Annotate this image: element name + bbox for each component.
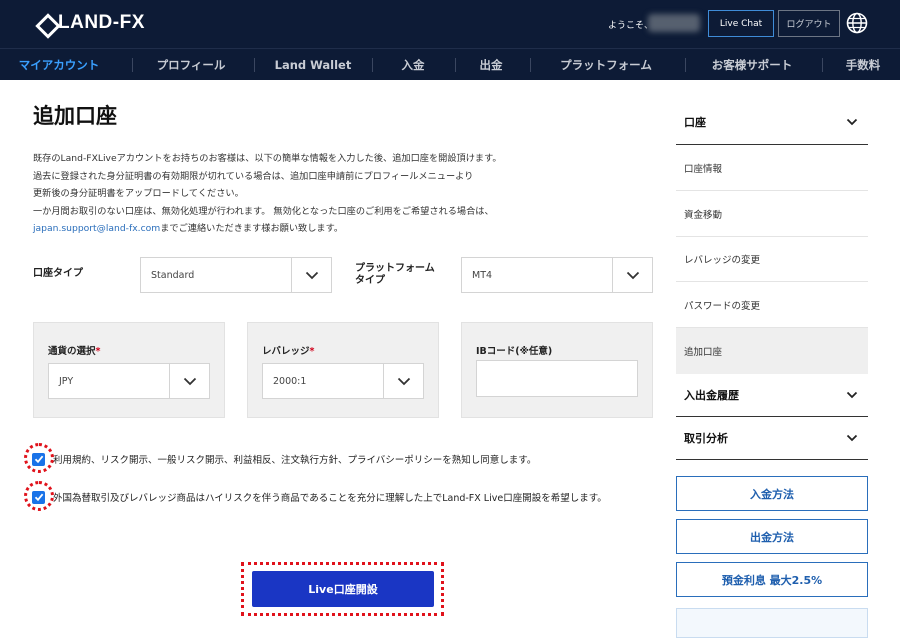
platform-type-label: プラットフォーム タイプ: [355, 263, 435, 286]
ib-code-input[interactable]: [476, 360, 638, 397]
nav-item-land-wallet[interactable]: Land Wallet: [258, 49, 368, 81]
agree-terms-label: 利用規約、リスク開示、一般リスク開示、利益相反、注文執行方針、プライバシーポリシ…: [53, 455, 537, 466]
highlight-circle: [24, 443, 54, 473]
nav-divider: [685, 58, 686, 72]
leverage-value: 2000:1: [273, 375, 307, 387]
nav-item-deposit[interactable]: 入金: [376, 49, 450, 81]
agree-risk-label: 外国為替取引及びレバレッジ商品はハイリスクを伴う商品であることを充分に理解した上…: [53, 493, 607, 504]
sidebar-banner[interactable]: [676, 608, 868, 638]
globe-icon[interactable]: [846, 12, 868, 34]
leverage-select[interactable]: 2000:1: [262, 363, 424, 399]
sidebar-item-additional-account[interactable]: 追加口座: [676, 328, 868, 374]
intro-line: 更新後の身分証明書をアップロードしてください。: [33, 188, 244, 199]
intro-line: 既存のLand-FXLiveアカウントをお持ちのお客様は、以下の簡単な情報を入力…: [33, 153, 502, 164]
nav-divider: [372, 58, 373, 72]
platform-type-value: MT4: [472, 269, 493, 281]
nav-item-support[interactable]: お客様サポート: [689, 49, 815, 81]
ib-code-label: IBコード(※任意): [476, 346, 553, 357]
nav-item-my-account[interactable]: マイアカウント: [0, 49, 118, 81]
required-mark: *: [95, 346, 101, 357]
sidebar-item-leverage-change[interactable]: レバレッジの変更: [676, 237, 868, 282]
sidebar-item-account-info[interactable]: 口座情報: [676, 145, 868, 191]
sidebar-item-fund-transfer[interactable]: 資金移動: [676, 191, 868, 237]
highlight-circle: [24, 481, 54, 511]
logo-diamond-icon: [36, 14, 54, 32]
support-email-link[interactable]: japan.support@land-fx.com: [33, 223, 160, 234]
chevron-down-icon: [612, 258, 652, 292]
chevron-down-icon: [291, 258, 331, 292]
nav-item-profile[interactable]: プロフィール: [136, 49, 246, 81]
deposit-interest-button[interactable]: 預金利息 最大2.5%: [676, 562, 868, 597]
nav-item-withdraw[interactable]: 出金: [459, 49, 523, 81]
divider: [676, 459, 868, 460]
page-title: 追加口座: [33, 104, 117, 128]
leverage-label: レバレッジ*: [262, 346, 315, 357]
sidebar-section-label: 取引分析: [684, 432, 728, 445]
sidebar-section-analysis[interactable]: 取引分析: [676, 417, 868, 459]
withdraw-method-button[interactable]: 出金方法: [676, 519, 868, 554]
account-type-label: 口座タイプ: [33, 268, 83, 279]
sidebar-section-label: 口座: [684, 116, 706, 129]
nav-item-platform[interactable]: プラットフォーム: [534, 49, 678, 81]
deposit-method-button[interactable]: 入金方法: [676, 476, 868, 511]
intro-text: 既存のLand-FXLiveアカウントをお持ちのお客様は、以下の簡単な情報を入力…: [33, 150, 653, 238]
top-header: LAND-FX ようこそ、 Live Chat ログアウト: [0, 0, 900, 48]
sidebar-section-label: 入出金履歴: [684, 389, 739, 402]
logo-text: LAND-FX: [58, 12, 145, 33]
nav-divider: [455, 58, 456, 72]
intro-line: japan.support@land-fx.comまでご連絡いただきます様お願い…: [33, 220, 653, 238]
nav-divider: [132, 58, 133, 72]
currency-select[interactable]: JPY: [48, 363, 210, 399]
sidebar-section-history[interactable]: 入出金履歴: [676, 374, 868, 416]
welcome-text: ようこそ、: [608, 21, 654, 31]
logout-button[interactable]: ログアウト: [778, 10, 840, 37]
sidebar-item-password-change[interactable]: パスワードの変更: [676, 282, 868, 328]
chevron-down-icon: [846, 391, 858, 399]
currency-panel: 通貨の選択* JPY: [33, 322, 225, 418]
username-redacted: [648, 14, 700, 32]
account-type-select[interactable]: Standard: [140, 257, 332, 293]
account-type-value: Standard: [151, 269, 195, 281]
logo[interactable]: LAND-FX: [36, 12, 145, 34]
required-mark: *: [309, 346, 315, 357]
main-nav: マイアカウント プロフィール Land Wallet 入金 出金 プラットフォー…: [0, 48, 900, 80]
chevron-down-icon: [383, 364, 423, 398]
agree-terms-row: 利用規約、リスク開示、一般リスク開示、利益相反、注文執行方針、プライバシーポリシ…: [32, 452, 536, 466]
chevron-down-icon: [169, 364, 209, 398]
open-live-account-button[interactable]: Live口座開設: [252, 571, 434, 607]
nav-divider: [254, 58, 255, 72]
currency-label: 通貨の選択*: [48, 346, 101, 357]
sidebar-section-account[interactable]: 口座: [676, 100, 868, 144]
agree-risk-row: 外国為替取引及びレバレッジ商品はハイリスクを伴う商品であることを充分に理解した上…: [32, 490, 607, 504]
nav-divider: [822, 58, 823, 72]
intro-line: 過去に登録された身分証明書の有効期限が切れている場合は、追加口座申請前にプロフィ…: [33, 170, 474, 182]
chevron-down-icon: [846, 434, 858, 442]
chevron-down-icon: [846, 118, 858, 126]
platform-type-select[interactable]: MT4: [461, 257, 653, 293]
live-chat-button[interactable]: Live Chat: [708, 10, 774, 37]
intro-line: 一か月間お取引のない口座は、無効化処理が行われます。 無効化となった口座のご利用…: [33, 205, 494, 217]
intro-line-suffix: までご連絡いただきます様お願い致します。: [160, 223, 344, 234]
currency-value: JPY: [59, 375, 74, 387]
leverage-panel: レバレッジ* 2000:1: [247, 322, 439, 418]
ib-code-panel: IBコード(※任意): [461, 322, 653, 418]
nav-item-fees[interactable]: 手数料: [826, 49, 900, 81]
nav-divider: [530, 58, 531, 72]
